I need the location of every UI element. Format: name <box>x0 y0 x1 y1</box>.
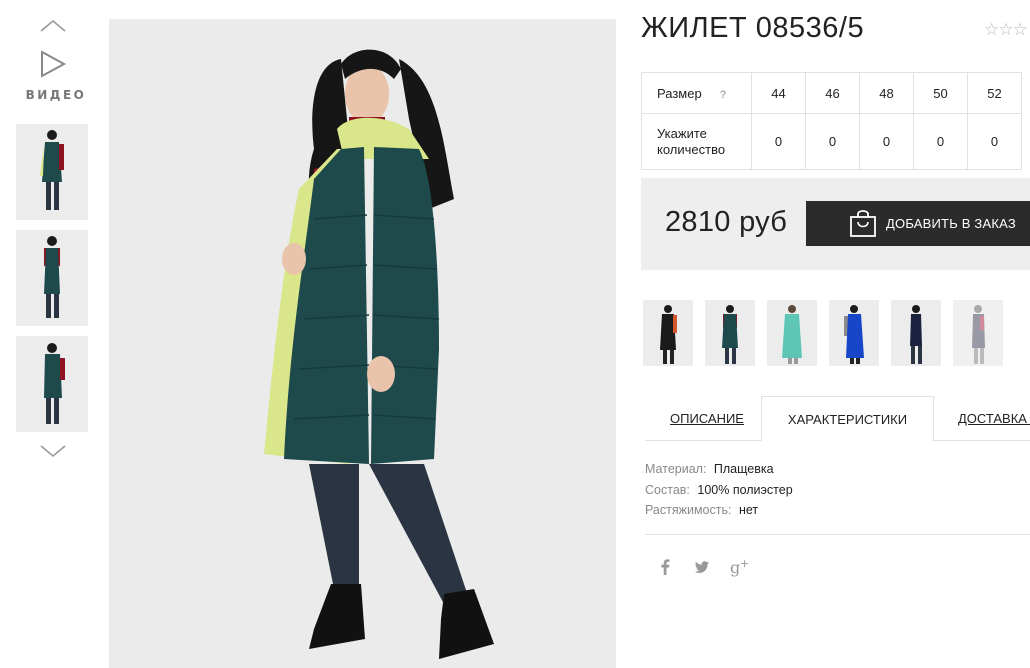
quantity-row: Укажите количество 0 0 0 0 0 <box>641 113 1022 170</box>
main-product-photo[interactable] <box>109 19 616 668</box>
size-46: 46 <box>805 72 860 114</box>
tab-characteristics[interactable]: ХАРАКТЕРИСТИКИ <box>761 396 934 442</box>
video-label: ВИДЕО <box>25 88 87 102</box>
thumbnail-column: ВИДЕО <box>0 0 104 668</box>
quantity-input-44[interactable]: 0 <box>751 113 806 170</box>
quantity-input-50[interactable]: 0 <box>913 113 968 170</box>
price: 2810 руб <box>665 206 788 238</box>
characteristic-key: Материал: <box>645 462 707 476</box>
size-row: Размер? 44 46 48 50 52 <box>641 72 1022 114</box>
price-box: 2810 руб ДОБАВИТЬ В ЗАКАЗ <box>641 178 1030 270</box>
tab-description[interactable]: ОПИСАНИЕ <box>670 396 744 441</box>
shopping-bag-icon <box>850 210 876 237</box>
characteristic-value: Плащевка <box>713 462 774 476</box>
characteristic-value: 100% полиэстер <box>697 482 793 497</box>
add-to-order-label: ДОБАВИТЬ В ЗАКАЗ <box>886 216 1016 231</box>
size-48: 48 <box>859 72 914 114</box>
quantity-input-46[interactable]: 0 <box>805 113 860 170</box>
color-variant-gray[interactable] <box>953 300 1003 366</box>
play-icon <box>41 50 67 78</box>
tab-delivery[interactable]: ДОСТАВКА И <box>958 396 1030 441</box>
color-variant-black[interactable] <box>643 300 693 366</box>
characteristic-key: Состав: <box>645 482 690 497</box>
characteristic-value: нет <box>738 503 759 517</box>
quantity-input-52[interactable]: 0 <box>967 113 1022 170</box>
gallery-thumbnail-3[interactable] <box>16 336 88 432</box>
video-button[interactable]: ВИДЕО <box>18 50 88 110</box>
characteristic-row: Материал: Плащевка <box>645 459 793 480</box>
color-variant-mint[interactable] <box>767 300 817 366</box>
gallery-thumbnail-1[interactable] <box>16 124 88 220</box>
color-variant-blue[interactable] <box>829 300 879 366</box>
add-to-order-button[interactable]: ДОБАВИТЬ В ЗАКАЗ <box>806 201 1030 246</box>
chevron-up-icon[interactable] <box>40 18 66 34</box>
gallery-thumbnail-2[interactable] <box>16 230 88 326</box>
characteristic-key: Растяжимость: <box>645 503 732 517</box>
color-variant-green[interactable] <box>705 300 755 366</box>
facebook-icon[interactable] <box>655 557 675 577</box>
quantity-label: Укажите количество <box>657 125 726 157</box>
size-50: 50 <box>913 72 968 114</box>
size-44: 44 <box>751 72 806 114</box>
help-icon[interactable]: ? <box>720 89 727 101</box>
color-variant-navy[interactable] <box>891 300 941 366</box>
size-52: 52 <box>967 72 1022 114</box>
quantity-input-48[interactable]: 0 <box>859 113 914 170</box>
characteristic-row: Растяжимость: нет <box>645 500 793 521</box>
size-label: Размер <box>657 85 702 101</box>
product-title: ЖИЛЕТ 08536/5 <box>641 12 865 44</box>
size-label-cell: Размер? <box>641 72 752 114</box>
twitter-icon[interactable] <box>692 557 712 577</box>
characteristics-list: Материал: Плащевка Состав: 100% полиэсте… <box>645 459 793 521</box>
chevron-down-icon[interactable] <box>40 443 66 459</box>
section-divider <box>645 534 1030 535</box>
info-tabs: ОПИСАНИЕ ХАРАКТЕРИСТИКИ ДОСТАВКА И <box>645 396 1030 442</box>
quantity-label-cell: Укажите количество <box>641 113 752 170</box>
characteristic-row: Состав: 100% полиэстер <box>645 480 793 501</box>
size-table: Размер? 44 46 48 50 52 Укажите количеств… <box>641 72 1022 170</box>
google-plus-icon[interactable]: g + <box>729 557 749 577</box>
rating-stars[interactable]: ☆☆☆ <box>984 20 1028 40</box>
svg-text:g: g <box>730 558 740 577</box>
svg-text:+: + <box>740 557 749 570</box>
